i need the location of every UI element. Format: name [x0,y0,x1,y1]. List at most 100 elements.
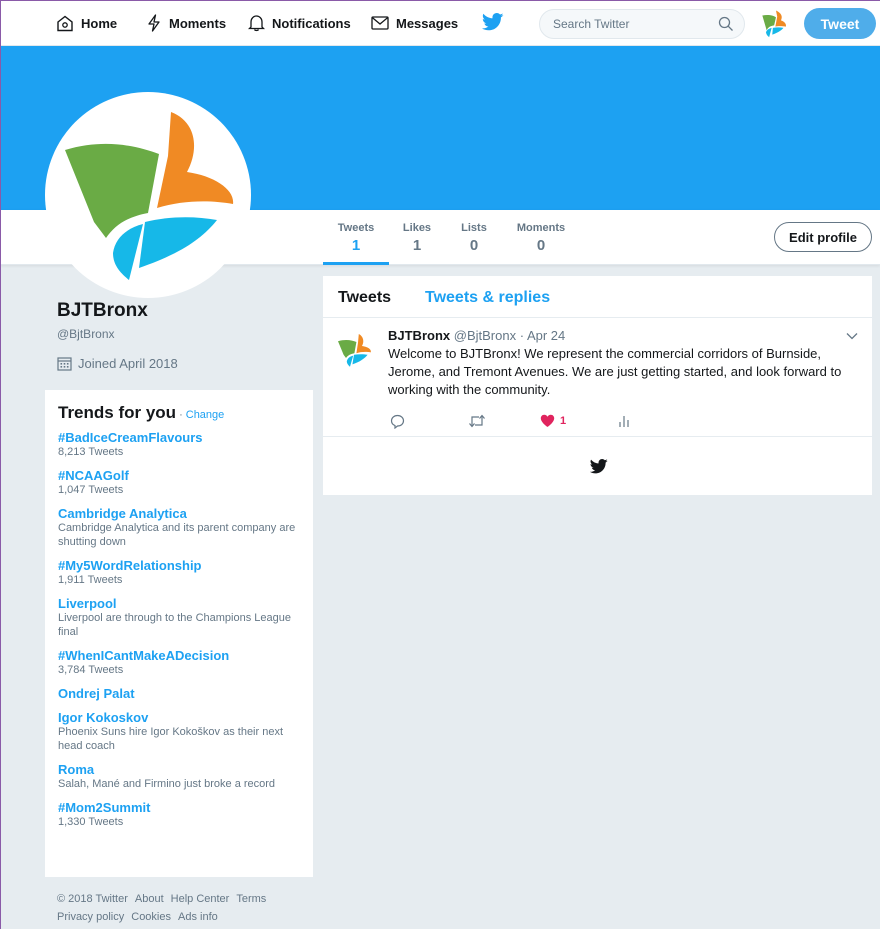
envelope-icon [371,16,389,30]
search-placeholder: Search Twitter [553,17,630,31]
tweet-handle[interactable]: @BjtBronx [454,328,516,343]
timeline-tabs: Tweets Tweets & replies [323,276,872,318]
stat-tweets[interactable]: Tweets 1 [323,210,389,265]
profile-handle[interactable]: @BjtBronx [57,327,115,341]
home-icon [57,15,73,31]
lightning-icon [148,14,160,32]
joined-date: Joined April 2018 [57,356,178,371]
trends-separator: · [179,409,183,421]
nav-messages-label: Messages [396,15,459,31]
tweet-actions: 1 [390,414,650,430]
like-count: 1 [560,415,567,427]
nav-home[interactable]: Home [56,0,117,46]
trend-meta: 1,330 Tweets [58,816,124,828]
trend-meta: Salah, Mané and Firmino just broke a rec… [58,778,276,790]
heart-icon [540,414,555,427]
stat-value: 0 [469,237,479,254]
stat-label: Likes [402,222,432,234]
trend-name[interactable]: Ondrej Palat [58,686,300,701]
trend-name[interactable]: Igor Kokoskov [58,710,300,725]
trends-title: Trends for you [58,403,177,422]
analytics-button[interactable] [618,414,630,428]
trend-meta: 1,047 Tweets [58,484,124,496]
search-input[interactable]: Search Twitter [539,9,745,39]
reply-button[interactable] [390,414,405,429]
trend-item[interactable]: #Mom2Summit 1,330 Tweets [58,800,300,829]
tweet-header: BJTBronx @BjtBronx · Apr 24 [388,328,565,343]
stat-moments[interactable]: Moments 0 [510,210,572,265]
trend-meta: 8,213 Tweets [58,446,124,458]
footer-link-cookies[interactable]: Cookies [131,911,171,923]
avatar[interactable] [758,8,789,39]
twitter-bird-icon [590,459,608,474]
bjt-logo-icon [762,10,787,38]
trend-name[interactable]: Liverpool [58,596,300,611]
tweet-separator: · [519,328,525,343]
tweet-button[interactable]: Tweet [804,8,876,39]
stat-label: Lists [461,222,487,234]
trend-item[interactable]: Ondrej Palat [58,686,300,701]
nav-messages[interactable]: Messages [371,0,458,46]
trend-item[interactable]: #NCAAGolf 1,047 Tweets [58,468,300,497]
trend-name[interactable]: #BadIceCreamFlavours [58,430,300,445]
bjt-logo-icon [338,334,371,367]
stat-label: Tweets [337,222,375,234]
trend-item[interactable]: #BadIceCreamFlavours 8,213 Tweets [58,430,300,459]
search-icon[interactable] [718,16,734,32]
tweet-date[interactable]: Apr 24 [527,328,565,343]
trends-panel: Trends for you · Change #BadIceCreamFlav… [45,390,313,877]
trends-header: Trends for you · Change [58,403,300,423]
footer-link-help[interactable]: Help Center [171,893,230,905]
trend-item[interactable]: Liverpool Liverpool are through to the C… [58,596,300,639]
profile-name[interactable]: BJTBronx [57,300,148,322]
trend-name[interactable]: Roma [58,762,300,777]
stat-likes[interactable]: Likes 1 [398,210,436,265]
trend-name[interactable]: #My5WordRelationship [58,558,300,573]
tab-tweets-replies[interactable]: Tweets & replies [425,289,550,307]
tweet-author[interactable]: BJTBronx [388,328,450,343]
trend-name[interactable]: #NCAAGolf [58,468,300,483]
trend-item[interactable]: Cambridge Analytica Cambridge Analytica … [58,506,300,549]
stat-value: 1 [412,237,422,254]
reply-icon [390,414,405,429]
stat-label: Moments [516,222,566,234]
nav-notifications-label: Notifications [272,15,351,31]
tweet-text: Welcome to BJTBronx! We represent the co… [388,346,842,397]
joined-label: Joined April 2018 [78,356,178,371]
nav-moments[interactable]: Moments [146,0,226,46]
footer-link-privacy[interactable]: Privacy policy [57,911,124,923]
tweet-avatar[interactable] [334,330,374,370]
trend-item[interactable]: Igor Kokoskov Phoenix Suns hire Igor Kok… [58,710,300,753]
bell-icon [248,15,265,32]
tweet-item[interactable]: BJTBronx @BjtBronx · Apr 24 Welcome to B… [323,318,872,437]
timeline: Tweets Tweets & replies BJTBronx @BjtBro… [323,276,872,495]
trend-item[interactable]: #WhenICantMakeADecision 3,784 Tweets [58,648,300,677]
site-footer: © 2018 Twitter About Help Center Terms Priv… [57,890,297,926]
profile-avatar[interactable] [45,92,251,298]
timeline-end [323,437,872,494]
top-nav: Home Moments Notifications Messages Sear… [0,0,880,46]
nav-notifications[interactable]: Notifications [248,0,351,46]
twitter-bird-icon[interactable] [481,13,504,36]
retweet-button[interactable] [468,414,486,428]
tab-tweets[interactable]: Tweets [338,289,391,307]
trend-name[interactable]: Cambridge Analytica [58,506,300,521]
chevron-down-icon[interactable] [846,332,858,340]
footer-link-about[interactable]: About [135,893,164,905]
edit-profile-button[interactable]: Edit profile [774,222,872,252]
stat-lists[interactable]: Lists 0 [456,210,492,265]
trend-meta: Liverpool are through to the Champions L… [58,612,291,638]
trends-change-link[interactable]: Change [186,409,225,421]
stat-value: 0 [536,237,546,254]
trend-name[interactable]: #Mom2Summit [58,800,300,815]
trend-meta: 1,911 Tweets [58,574,123,586]
trend-name[interactable]: #WhenICantMakeADecision [58,648,300,663]
trend-item[interactable]: Roma Salah, Mané and Firmino just broke … [58,762,300,791]
nav-home-label: Home [81,15,118,31]
trend-meta: Phoenix Suns hire Igor Kokoškov as their… [58,726,284,752]
calendar-icon [57,357,72,371]
like-button[interactable]: 1 [540,414,566,428]
footer-link-ads[interactable]: Ads info [178,911,218,923]
trend-item[interactable]: #My5WordRelationship 1,911 Tweets [58,558,300,587]
footer-link-terms[interactable]: Terms [236,893,266,905]
